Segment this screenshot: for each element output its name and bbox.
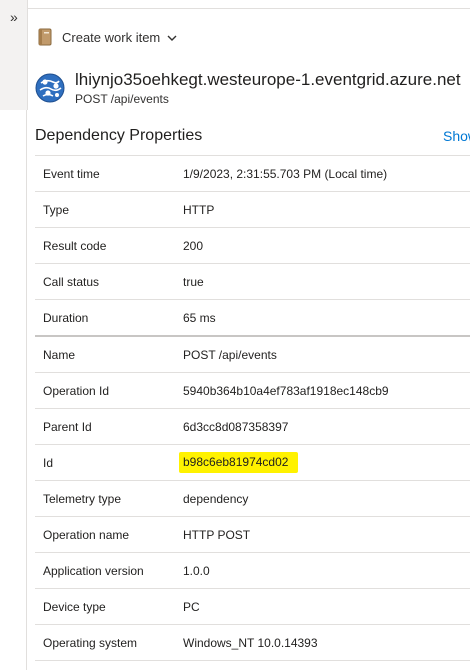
property-key: Name	[43, 347, 76, 362]
property-value: 65 ms	[183, 310, 216, 325]
property-key: Operation name	[43, 527, 130, 542]
property-value: PC	[183, 599, 200, 614]
property-key: Operation Id	[43, 383, 110, 398]
property-key: Event time	[43, 166, 100, 181]
top-divider	[27, 8, 470, 9]
dependency-command-subtitle: POST /api/events	[75, 92, 169, 106]
property-row: Type HTTP	[35, 191, 470, 227]
section-title: Dependency Properties	[35, 127, 203, 144]
property-value: HTTP POST	[183, 527, 251, 542]
property-row: Device type PC	[35, 588, 470, 624]
property-value: 200	[183, 238, 204, 253]
create-work-item-label: Create work item	[62, 29, 161, 45]
dependency-header: lhiynjo35oehkegt.westeurope-1.eventgrid.…	[35, 70, 461, 107]
property-key: Duration	[43, 310, 89, 325]
property-value: dependency	[183, 491, 249, 506]
chevron-down-icon[interactable]	[166, 31, 178, 43]
property-key: Application version	[43, 563, 144, 578]
property-value: 1/9/2023, 2:31:55.703 PM (Local time)	[183, 166, 388, 181]
property-value: true	[183, 274, 204, 289]
property-row: Telemetry type dependency	[35, 480, 470, 516]
dependency-details-pane: » Create work item lhiynjo35oehkegt.west…	[0, 0, 470, 670]
property-value: Windows_NT 10.0.14393	[183, 635, 318, 650]
property-row: Event time 1/9/2023, 2:31:55.703 PM (Loca…	[35, 155, 470, 191]
property-row: Call status true	[35, 263, 470, 299]
work-item-book-icon	[38, 28, 52, 46]
property-row: Parent Id 6d3cc8d087358397	[35, 408, 470, 444]
property-value: 6d3cc8d087358397	[183, 419, 289, 434]
property-key: Type	[43, 202, 70, 217]
properties-table: Event time 1/9/2023, 2:31:55.703 PM (Loca…	[35, 155, 470, 661]
property-row: Operating system Windows_NT 10.0.14393	[35, 624, 470, 661]
property-row: Id b98c6eb81974cd02	[35, 444, 470, 480]
property-key: Id	[43, 455, 54, 470]
property-key: Result code	[43, 238, 107, 253]
event-grid-globe-icon	[35, 73, 65, 103]
property-key: Parent Id	[43, 419, 92, 434]
dependency-target-title: lhiynjo35oehkegt.westeurope-1.eventgrid.…	[75, 70, 461, 89]
header-text: lhiynjo35oehkegt.westeurope-1.eventgrid.…	[75, 70, 461, 107]
property-value: HTTP	[183, 202, 215, 217]
property-key: Call status	[43, 274, 100, 289]
property-value: POST /api/events	[183, 347, 277, 362]
property-row: Name POST /api/events	[35, 335, 470, 372]
property-key: Telemetry type	[43, 491, 122, 506]
property-value: 5940b364b10a4ef783af1918ec148cb9	[183, 383, 389, 398]
property-key: Device type	[43, 599, 106, 614]
property-row: Application version 1.0.0	[35, 552, 470, 588]
property-row: Duration 65 ms	[35, 299, 470, 335]
property-row: Result code 200	[35, 227, 470, 263]
left-rail: »	[0, 0, 28, 670]
property-key: Operating system	[43, 635, 138, 650]
property-value-highlighted: b98c6eb81974cd02	[179, 452, 299, 473]
create-work-item-button[interactable]: Create work item	[38, 27, 178, 47]
property-row: Operation name HTTP POST	[35, 516, 470, 552]
property-row: Operation Id 5940b364b10a4ef783af1918ec14…	[35, 372, 470, 408]
left-rail-divider	[26, 110, 27, 670]
expand-panel-icon[interactable]: »	[10, 10, 18, 24]
property-value: 1.0.0	[183, 563, 210, 578]
show-all-link[interactable]: Show	[443, 127, 470, 145]
